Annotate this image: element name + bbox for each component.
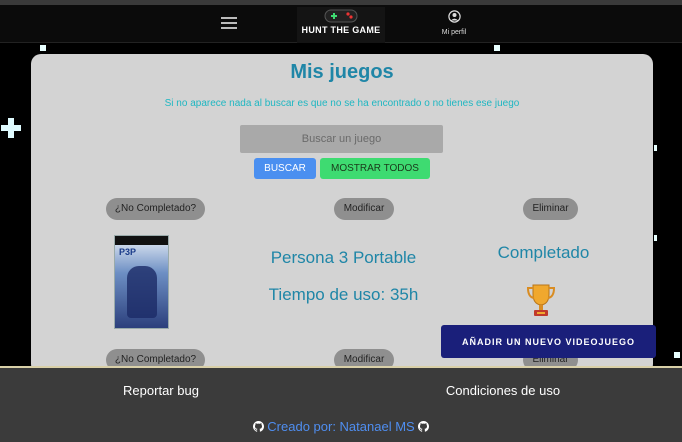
hamburger-icon[interactable] <box>221 17 237 31</box>
sparkle-dot <box>654 145 657 151</box>
navbar: HUNT THE GAME Mi perfil <box>0 5 682 43</box>
toggle-completed-button[interactable]: ¿No Completado? <box>106 198 205 220</box>
show-all-button[interactable]: MOSTRAR TODOS <box>320 158 430 179</box>
credit-text[interactable]: Creado por: Natanael MS <box>267 419 414 434</box>
sparkle-dot <box>494 45 500 51</box>
credit-line[interactable]: Creado por: Natanael MS <box>0 419 682 434</box>
profile-label: Mi perfil <box>441 29 467 36</box>
report-bug-link[interactable]: Reportar bug <box>100 383 222 398</box>
delete-game-button[interactable]: Eliminar <box>523 198 578 220</box>
add-game-button[interactable]: AÑADIR UN NUEVO VIDEOJUEGO <box>441 325 656 358</box>
game-title: Persona 3 Portable <box>270 248 417 267</box>
edit-game-button[interactable]: Modificar <box>334 198 394 220</box>
brand-name: HUNT THE GAME <box>301 25 381 35</box>
search-button[interactable]: BUSCAR <box>254 158 316 179</box>
sparkle-dot <box>40 45 46 51</box>
footer: Reportar bug Condiciones de uso Creado p… <box>0 366 682 442</box>
sparkle-dot <box>674 352 680 358</box>
sparkle-plus-icon <box>1 118 21 138</box>
search-note: Si no aparece nada al buscar es que no s… <box>164 98 520 109</box>
user-circle-icon <box>447 10 461 23</box>
cover-title: P3P <box>119 247 137 257</box>
profile-link[interactable]: Mi perfil <box>432 10 476 36</box>
gamepad-logo-icon <box>324 9 358 23</box>
game-playtime: Tiempo de uso: 35h <box>268 285 419 304</box>
search-input[interactable] <box>240 125 443 153</box>
game-status: Completado <box>497 243 590 262</box>
github-icon <box>252 421 264 432</box>
sparkle-dot <box>654 235 657 241</box>
github-icon <box>418 421 430 432</box>
trophy-icon <box>526 284 556 316</box>
page-title: Mis juegos <box>290 61 394 83</box>
terms-link[interactable]: Condiciones de uso <box>428 383 578 398</box>
game-cover-image: P3P <box>114 235 169 329</box>
brand-logo[interactable]: HUNT THE GAME <box>297 7 385 43</box>
